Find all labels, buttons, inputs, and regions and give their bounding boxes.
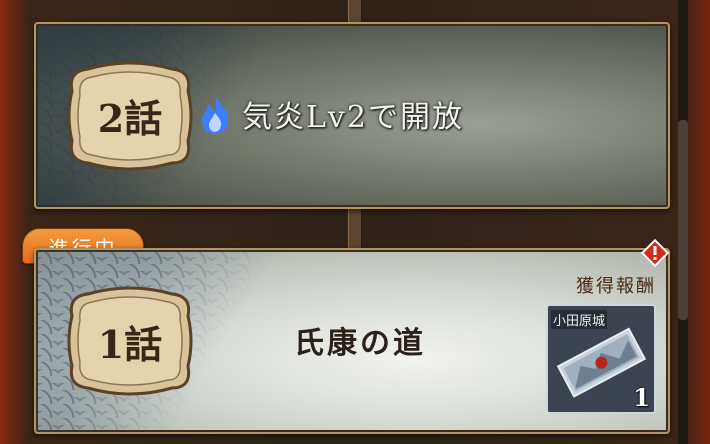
chapter-title: 氏康の道 bbox=[294, 326, 426, 361]
scrollbar-thumb[interactable] bbox=[678, 120, 688, 320]
chapter-number-label: 1話 bbox=[97, 321, 163, 367]
blue-flame-icon bbox=[202, 95, 229, 134]
exclamation-diamond-icon bbox=[640, 238, 670, 268]
chapter-number-plaque: 2話 bbox=[66, 61, 194, 171]
middle-connector-rail bbox=[348, 205, 362, 248]
reward-item[interactable]: 小田原城 1 bbox=[546, 304, 656, 414]
chapter-number-label: 2話 bbox=[97, 96, 163, 141]
chapter-card-1[interactable]: 1話 氏康の道 獲得報酬 小田原城 1 bbox=[34, 248, 670, 434]
unlock-condition: 気炎Lv2で開放 bbox=[198, 92, 464, 136]
reward-item-name: 小田原城 bbox=[551, 310, 608, 329]
reward-label: 獲得報酬 bbox=[576, 276, 656, 297]
chapter-card-2[interactable]: 2話 気炎Lv2で開放 bbox=[34, 22, 670, 209]
unlock-condition-text: 気炎Lv2で開放 bbox=[242, 100, 464, 135]
alert-icon[interactable] bbox=[640, 238, 670, 268]
chapter-number-plaque: 1話 bbox=[66, 286, 194, 396]
reward-item-count: 1 bbox=[633, 383, 650, 412]
top-connector-rail bbox=[348, 0, 362, 22]
